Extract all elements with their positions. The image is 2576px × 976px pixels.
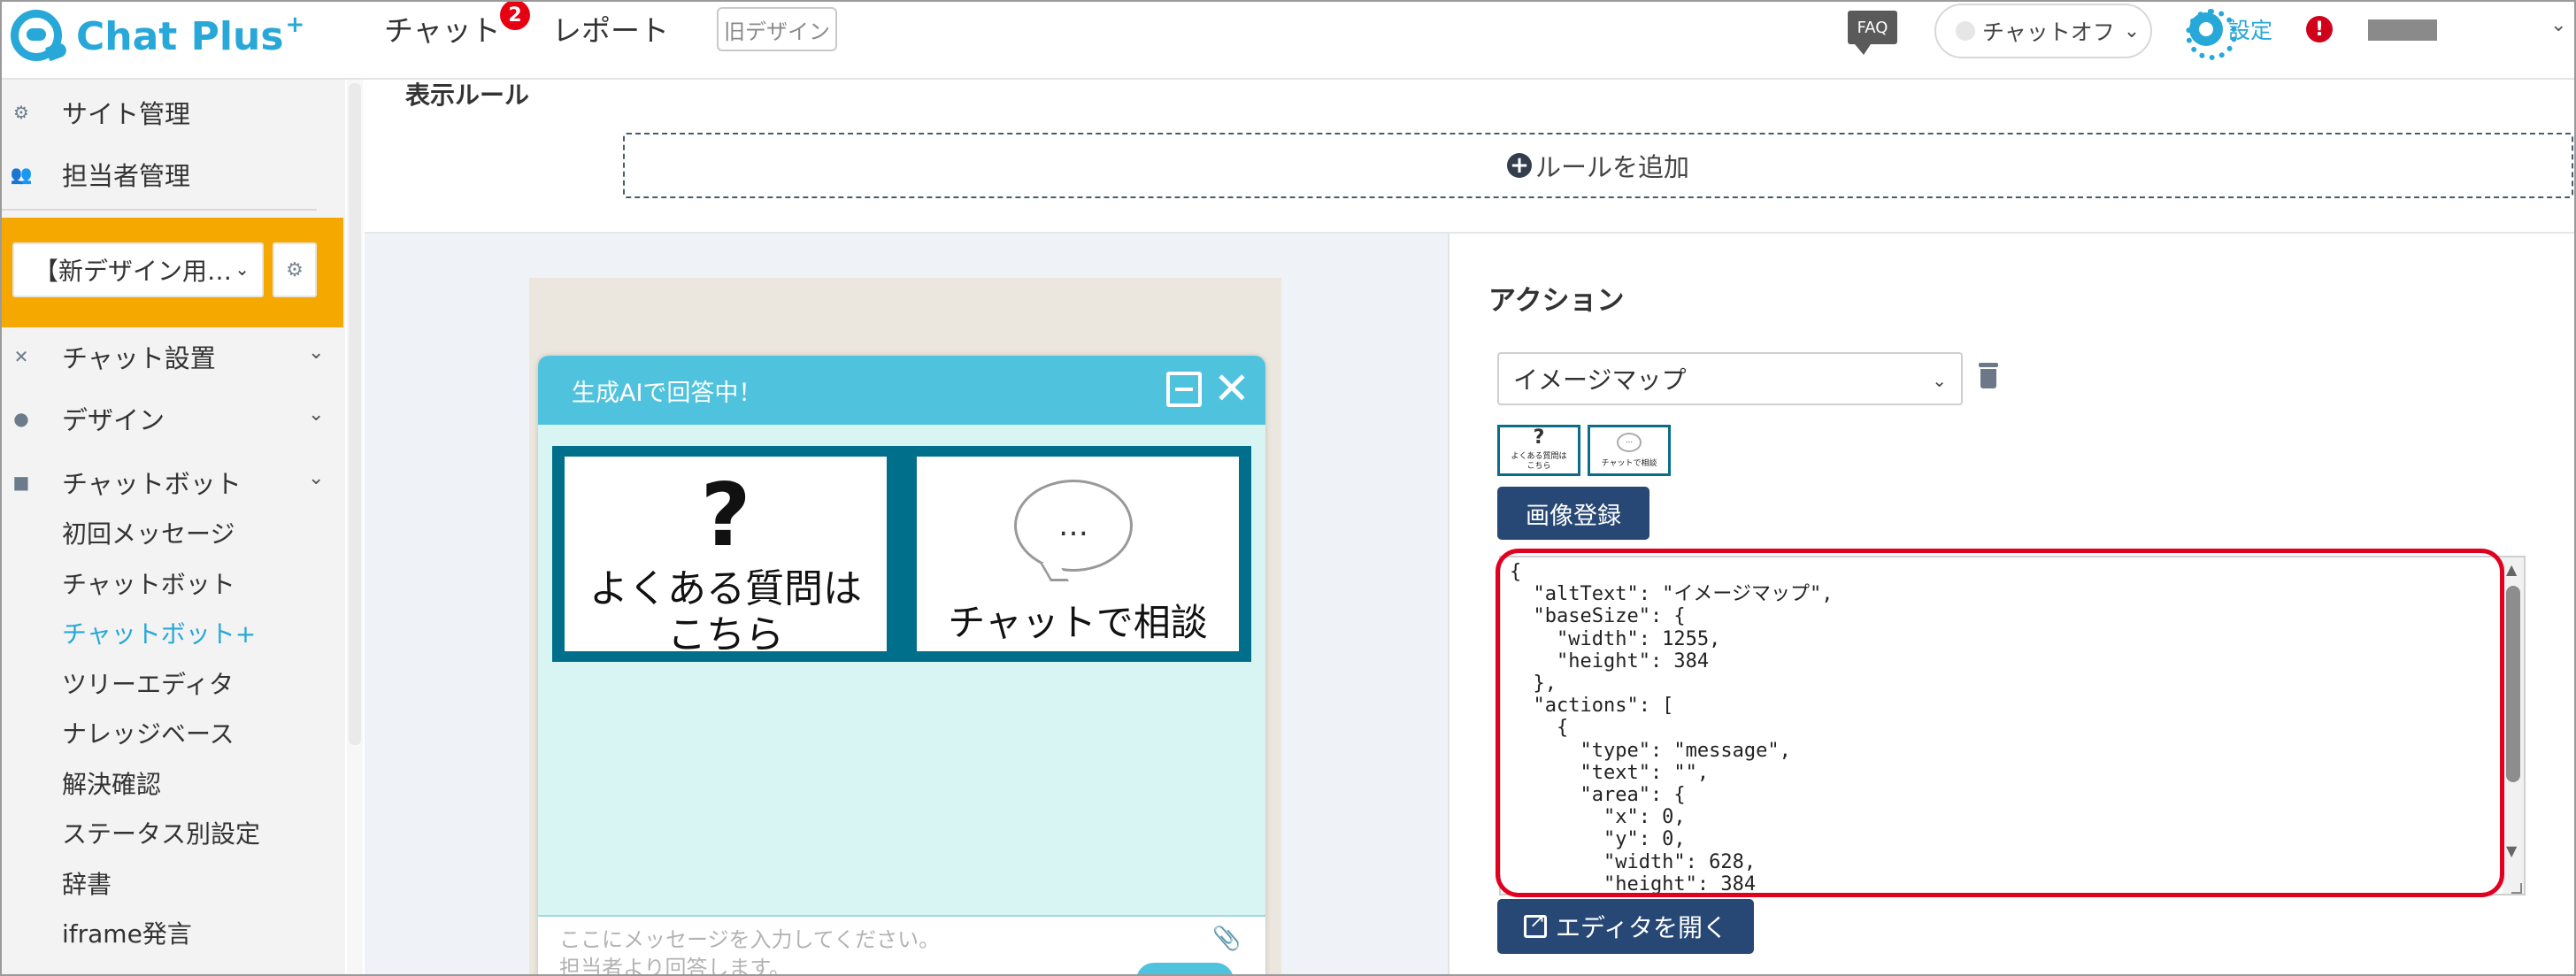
logo-icon <box>11 10 62 61</box>
resize-handle-icon[interactable] <box>2511 883 2522 894</box>
chevron-down-icon: ⌄ <box>2123 19 2141 42</box>
open-editor-button[interactable]: エディタを開く <box>1497 899 1754 954</box>
logo[interactable]: Chat Plus+ <box>11 9 304 62</box>
input-placeholder-line1: ここにメッセージを入力してください。 <box>559 927 941 952</box>
sidebar-item-label: チャット設置 <box>62 343 216 373</box>
chat-count-badge: 2 <box>500 2 530 30</box>
sidebar-item-label: サイト管理 <box>62 99 191 129</box>
nav-chat[interactable]: チャット <box>384 7 501 50</box>
question-mark-icon: ? <box>1533 427 1545 449</box>
external-link-icon <box>1523 911 1547 938</box>
chevron-down-icon: ⌄ <box>235 258 250 280</box>
imagemap-preview: ? よくある質問は こちら … チャットで相談 <box>552 446 1251 662</box>
sidebar-divider <box>2 209 317 211</box>
chat-message-input[interactable]: ここにメッセージを入力してください。 担当者より回答します。 📎 <box>538 915 1265 976</box>
action-type-value: イメージマップ <box>1513 365 1687 395</box>
chevron-down-icon[interactable]: ⌄ <box>308 342 324 364</box>
sidebar-item-design[interactable]: ● デザイン <box>12 400 165 437</box>
status-dot-icon <box>1956 21 1975 41</box>
users-icon: 👥 <box>10 164 33 185</box>
send-button[interactable] <box>1136 963 1234 974</box>
faq-text-line2: こちら <box>667 612 784 657</box>
tools-icon: ✕ <box>13 346 29 367</box>
alert-icon[interactable]: ! <box>2306 16 2333 42</box>
open-editor-label: エディタを開く <box>1555 913 1728 942</box>
user-menu-chevron-icon[interactable]: ⌄ <box>2550 14 2566 36</box>
chevron-down-icon: ⌄ <box>1932 370 1947 391</box>
faq-icon[interactable]: FAQ <box>1848 11 1897 55</box>
chat-bubbles-icon: ■ <box>12 472 30 493</box>
chat-widget-header: 生成AIで回答中！ ✕ <box>538 356 1265 425</box>
chat-status-label: チャットオフ <box>1982 19 2115 45</box>
sidebar-subitem-resolution-check[interactable]: 解決確認 <box>62 765 161 801</box>
old-design-button[interactable]: 旧デザイン <box>717 7 837 51</box>
sidebar-item-chatbot[interactable]: ■ チャットボット <box>12 464 242 501</box>
question-mark-icon: ? <box>700 465 751 566</box>
action-type-select[interactable]: イメージマップ ⌄ <box>1497 352 1963 405</box>
sidebar-item-label: 担当者管理 <box>62 161 191 191</box>
sidebar-item-label: デザイン <box>62 405 165 435</box>
faq-text-line1: よくある質問は <box>589 566 862 611</box>
thumbnail-text: よくある質問は こちら <box>1511 452 1567 471</box>
plus-circle-icon: + <box>1506 153 1532 178</box>
logo-text: Chat Plus <box>76 14 284 59</box>
palette-icon: ● <box>13 408 29 429</box>
gear-icon <box>2186 9 2237 60</box>
top-header: Chat Plus+ チャット 2 レポート 旧デザイン FAQ チャットオフ … <box>2 2 2574 80</box>
sidebar-subitem-knowledge-base[interactable]: ナレッジベース <box>62 715 235 750</box>
image-register-button[interactable]: 画像登録 <box>1497 487 1649 540</box>
chevron-down-icon[interactable]: ⌄ <box>308 403 324 426</box>
sidebar-subitem-iframe[interactable]: iframe発言 <box>62 915 192 950</box>
imagemap-area-consult[interactable]: … チャットで相談 <box>917 457 1239 651</box>
imagemap-thumbnail-faq[interactable]: ? よくある質問は こちら <box>1497 425 1580 476</box>
chat-widget-preview: 生成AIで回答中！ ✕ ? よくある質問は こちら … チャットで相談 ここにメ… <box>538 356 1265 976</box>
display-rules-title: 表示ルール <box>405 81 530 110</box>
site-settings-gear-icon[interactable]: ⚙ <box>273 242 317 297</box>
trash-icon[interactable] <box>1979 363 1998 389</box>
sidebar-subitem-chatbot-plus[interactable]: チャットボット+ <box>62 615 256 650</box>
json-editor-scrollbar[interactable] <box>2506 586 2520 782</box>
sidebar-subitem-tree-editor[interactable]: ツリーエディタ <box>62 665 234 701</box>
input-placeholder-line2: 担当者より回答します。 <box>559 956 791 976</box>
sidebar-subitem-status-settings[interactable]: ステータス別設定 <box>62 815 260 850</box>
settings-button[interactable]: 設定 <box>2186 9 2272 60</box>
close-icon[interactable]: ✕ <box>1212 365 1251 412</box>
scroll-down-icon[interactable]: ▼ <box>2506 842 2517 859</box>
imagemap-thumbnail-consult[interactable]: … チャットで相談 <box>1588 425 1671 476</box>
user-name-redacted[interactable] <box>2368 19 2437 41</box>
action-title: アクション <box>1488 285 1625 317</box>
gear-icon: ⚙ <box>13 102 29 123</box>
sidebar-scrollbar[interactable] <box>349 83 361 745</box>
sidebar-item-site-management[interactable]: ⚙ サイト管理 <box>12 94 190 131</box>
paperclip-icon[interactable]: 📎 <box>1212 926 1241 952</box>
highlight-annotation <box>1496 549 2504 897</box>
sidebar-item-staff-management[interactable]: 👥 担当者管理 <box>10 156 191 193</box>
sidebar-subitem-chatbot[interactable]: チャットボット <box>62 565 235 601</box>
add-rule-label: ルールを追加 <box>1534 152 1689 182</box>
app-window: Chat Plus+ チャット 2 レポート 旧デザイン FAQ チャットオフ … <box>0 0 2576 976</box>
speech-bubble-icon: … <box>1617 433 1642 452</box>
add-rule-button[interactable]: + ルールを追加 <box>623 133 2573 198</box>
thumbnail-text: チャットで相談 <box>1601 459 1657 468</box>
site-select-dropdown[interactable]: 【新デザイン用… ⌄ <box>12 242 264 297</box>
minimize-icon[interactable] <box>1166 372 1202 407</box>
chevron-down-icon[interactable]: ⌄ <box>308 467 324 489</box>
sidebar-item-label: チャットボット <box>62 469 242 499</box>
panel-divider <box>1448 234 1449 974</box>
scroll-up-icon[interactable]: ▲ <box>2506 561 2517 578</box>
imagemap-area-faq[interactable]: ? よくある質問は こちら <box>565 457 887 657</box>
nav-report[interactable]: レポート <box>552 7 669 50</box>
sidebar-subitem-dictionary[interactable]: 辞書 <box>62 865 111 901</box>
sidebar-item-chat-settings[interactable]: ✕ チャット設置 <box>12 338 216 375</box>
chat-status-dropdown[interactable]: チャットオフ ⌄ <box>1934 4 2152 58</box>
site-select-value: 【新デザイン用… <box>34 257 233 286</box>
chat-widget-title: 生成AIで回答中！ <box>572 379 763 407</box>
logo-plus: + <box>285 12 305 38</box>
consult-text: チャットで相談 <box>948 601 1208 644</box>
sidebar-subitem-first-message[interactable]: 初回メッセージ <box>62 515 235 550</box>
speech-bubble-icon: … <box>1014 480 1133 572</box>
